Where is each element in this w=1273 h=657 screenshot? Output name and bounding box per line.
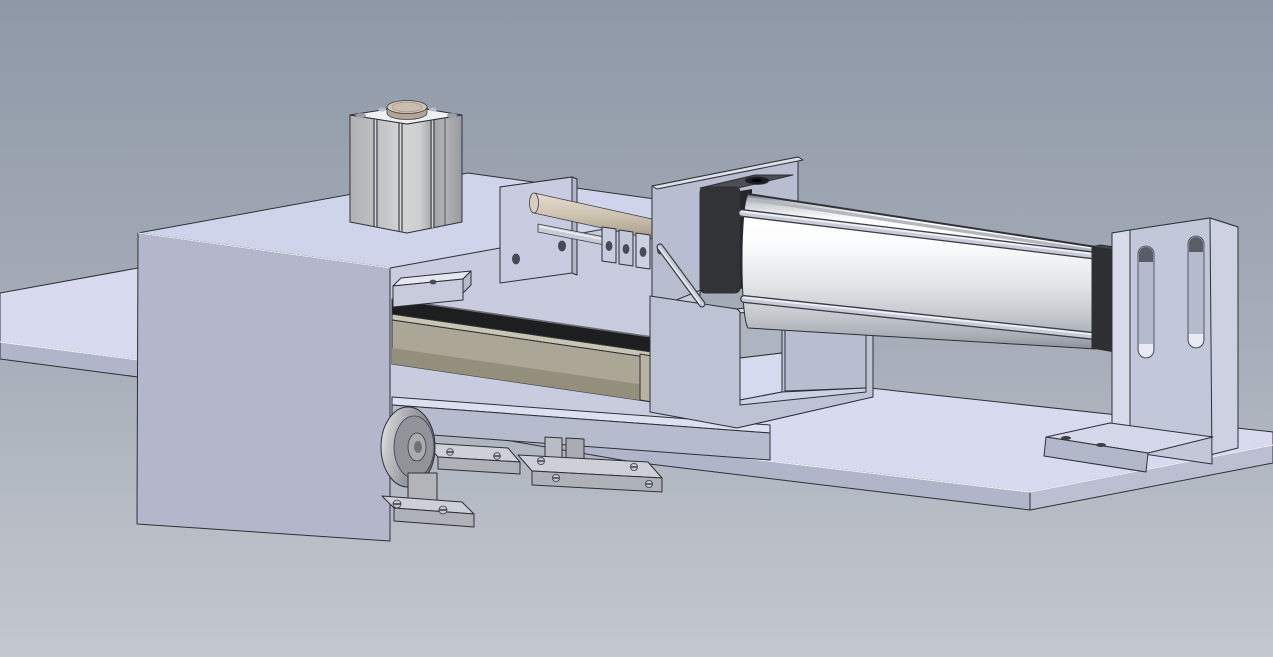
slot-shadow [1139,247,1153,262]
clevis-hole [640,247,647,257]
bracket-slot [1188,236,1204,348]
compact-cylinder-cap-inner [392,102,422,112]
rear-cap-boss-hole [752,179,762,183]
compact-cylinder[interactable] [350,101,462,234]
slot-shadow [1189,237,1203,252]
bolt [1096,443,1106,447]
carriage-hole [430,280,437,285]
bracket-side-edge [572,177,577,275]
bracket-hole [558,241,566,252]
clevis-hole [606,241,613,251]
corner-notch [447,113,457,118]
piston-rod-end [530,193,539,213]
corner-notch [429,108,437,112]
clevis-hole [623,244,630,254]
bearing-hole [414,441,422,453]
corner-notch [356,113,366,118]
bolt [1061,436,1071,440]
bracket-slot [1138,246,1154,358]
end-bracket-side [1210,218,1238,455]
bracket-hole [512,254,520,265]
cad-viewport [0,0,1273,657]
corner-notch [378,108,386,112]
end-bracket-left-edge [1112,230,1130,455]
rear-cap-front[interactable] [700,187,740,293]
box-front-face[interactable] [137,233,390,541]
